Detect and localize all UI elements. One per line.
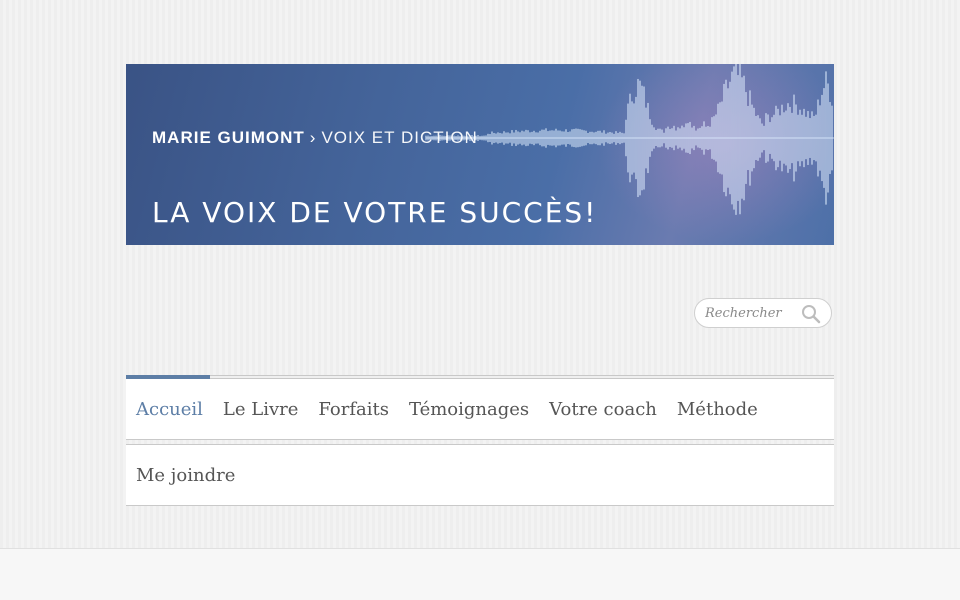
nav-item-forfaits[interactable]: Forfaits bbox=[318, 399, 389, 420]
brand-line: MARIE GUIMONT › VOIX ET DICTION bbox=[152, 128, 478, 148]
brand-name: MARIE GUIMONT bbox=[152, 128, 305, 147]
brand-service: VOIX ET DICTION bbox=[321, 128, 478, 147]
nav-item-accueil[interactable]: Accueil bbox=[136, 399, 203, 420]
nav-item-me-joindre[interactable]: Me joindre bbox=[136, 465, 235, 486]
nav-top-rule bbox=[126, 375, 834, 379]
active-indicator bbox=[126, 375, 210, 379]
search-input[interactable] bbox=[705, 303, 795, 323]
nav-item-le-livre[interactable]: Le Livre bbox=[223, 399, 298, 420]
footer-band bbox=[0, 548, 960, 600]
banner-slogan: LA VOIX DE VOTRE SUCCÈS! bbox=[152, 196, 598, 229]
search-box[interactable] bbox=[694, 298, 832, 328]
nav-item-votre-coach[interactable]: Votre coach bbox=[549, 399, 657, 420]
main-navigation: Accueil Le Livre Forfaits Témoignages Vo… bbox=[126, 375, 834, 506]
search-icon[interactable] bbox=[801, 304, 821, 324]
nav-item-methode[interactable]: Méthode bbox=[677, 399, 758, 420]
nav-item-temoignages[interactable]: Témoignages bbox=[409, 399, 529, 420]
header-banner[interactable]: MARIE GUIMONT › VOIX ET DICTION LA VOIX DE… bbox=[126, 64, 834, 245]
brand-separator: › bbox=[309, 128, 317, 147]
nav-row-2: Me joindre bbox=[126, 444, 834, 506]
nav-row-1: Accueil Le Livre Forfaits Témoignages Vo… bbox=[126, 379, 834, 440]
page-container: MARIE GUIMONT › VOIX ET DICTION LA VOIX DE… bbox=[126, 64, 834, 506]
